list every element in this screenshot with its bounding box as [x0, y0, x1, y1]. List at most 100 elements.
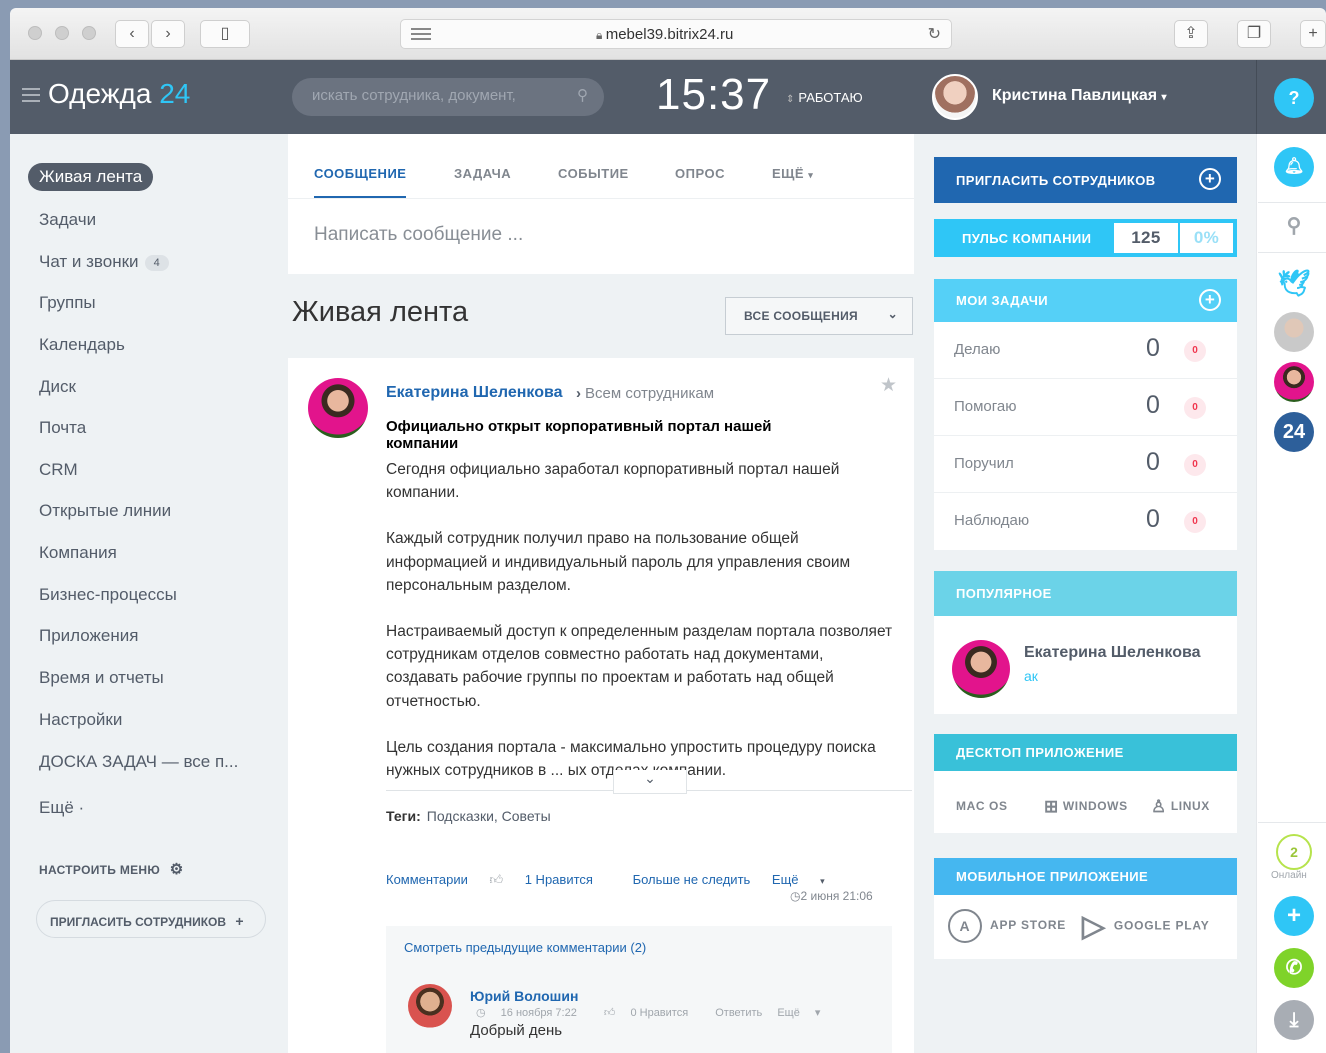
avatar[interactable]	[308, 378, 368, 438]
reader-icon[interactable]	[411, 28, 431, 43]
tabs-button[interactable]: ❐	[1237, 20, 1271, 48]
forward-button[interactable]: ›	[151, 20, 185, 48]
app-store-link[interactable]: A APP STORE	[948, 909, 1066, 943]
download-linux-link[interactable]: ♙ LINUX	[1151, 797, 1210, 817]
address-bar[interactable]: 🔒︎ mebel39.bitrix24.ru ↻	[400, 19, 952, 49]
help-icon: ?	[1288, 88, 1300, 108]
download-button[interactable]: ⤓	[1274, 1000, 1314, 1040]
window-zoom-button[interactable]	[82, 26, 96, 40]
add-task-icon[interactable]: +	[1199, 289, 1221, 311]
invite-label: ПРИГЛАСИТЬ СОТРУДНИКОВ	[50, 915, 227, 929]
avatar[interactable]	[932, 74, 978, 120]
avatar[interactable]	[952, 640, 1010, 698]
sidebar-item-company[interactable]: Компания	[28, 539, 128, 567]
company-pulse-widget[interactable]: ПУЛЬС КОМПАНИИ 125 0%	[934, 219, 1237, 257]
rail-search-button[interactable]: ⚲	[1274, 206, 1314, 246]
tab-poll[interactable]: ОПРОС	[675, 166, 725, 181]
star-icon[interactable]: ★	[880, 374, 897, 397]
online-counter[interactable]: 2	[1276, 834, 1312, 870]
download-macos-link[interactable]: MAC OS	[952, 797, 1008, 817]
sidebar-item-time-reports[interactable]: Время и отчеты	[28, 664, 175, 692]
sidebar-item-label: Группы	[39, 293, 96, 312]
tab-message[interactable]: СООБЩЕНИЕ	[314, 166, 406, 181]
avatar[interactable]	[1274, 312, 1314, 352]
reload-icon[interactable]: ↻	[928, 24, 941, 44]
sidebar-item-business-processes[interactable]: Бизнес-процессы	[28, 581, 188, 609]
clock[interactable]: 15:37	[656, 70, 771, 120]
notifications-button[interactable]: 🔔︎	[1274, 147, 1314, 187]
portal-logo[interactable]: Одежда 24	[48, 78, 190, 110]
configure-menu-button[interactable]: НАСТРОИТЬ МЕНЮ ⚙	[39, 860, 183, 878]
window-minimize-button[interactable]	[55, 26, 69, 40]
task-label: Делаю	[954, 341, 1001, 358]
plus-icon: +	[1308, 25, 1318, 42]
post-author[interactable]: Екатерина Шеленкова	[386, 384, 563, 402]
download-windows-link[interactable]: ⊞ WINDOWS	[1044, 797, 1128, 817]
sidebar-item-tasks[interactable]: Задачи	[28, 206, 107, 234]
chevron-right-icon: ›	[165, 25, 171, 42]
chevron-down-icon: ▾	[820, 876, 825, 886]
sidebar-invite-button[interactable]: ПРИГЛАСИТЬ СОТРУДНИКОВ +	[36, 900, 266, 938]
feed-filter-dropdown[interactable]: ВСЕ СООБЩЕНИЯ ⌄	[725, 297, 913, 335]
comment-more-menu[interactable]: Ещё ▾	[777, 1007, 832, 1019]
tab-event[interactable]: СОБЫТИЕ	[558, 166, 629, 181]
sidebar-item-groups[interactable]: Группы	[28, 289, 107, 317]
window-close-button[interactable]	[28, 26, 42, 40]
sidebar-item-open-lines[interactable]: Открытые линии	[28, 497, 182, 525]
sidebar-item-more[interactable]: Ещё ·	[28, 794, 95, 822]
expand-post-button[interactable]: ⌄	[613, 770, 687, 794]
avatar[interactable]	[408, 984, 452, 1028]
unfollow-link[interactable]: Больше не следить	[633, 872, 751, 887]
sidebar-item-settings[interactable]: Настройки	[28, 706, 133, 734]
work-status[interactable]: ⇕ РАБОТАЮ	[786, 90, 863, 105]
popular-user-subtitle[interactable]: ак	[1024, 668, 1038, 684]
my-tasks-header[interactable]: МОИ ЗАДАЧИ +	[934, 279, 1237, 322]
sidebar-item-crm[interactable]: CRM	[28, 456, 89, 484]
menu-icon[interactable]	[22, 88, 40, 106]
tab-more[interactable]: ЕЩЁ ▾	[772, 166, 813, 181]
like-button[interactable]: 👍︎ 1 Нравится	[490, 872, 611, 887]
avatar[interactable]	[1274, 362, 1314, 402]
sidebar-item-live-feed[interactable]: Живая лента	[28, 163, 154, 191]
sidebar-item-calendar[interactable]: Календарь	[28, 331, 136, 359]
tab-more-label: ЕЩЁ	[772, 166, 805, 181]
comment-like-button[interactable]: 👍︎ 0 Нравится	[604, 1007, 700, 1019]
add-button[interactable]: +	[1274, 896, 1314, 936]
user-menu[interactable]: Кристина Павлицкая ▾	[992, 87, 1167, 105]
comment-author[interactable]: Юрий Волошин	[470, 988, 578, 1004]
task-row-assigned[interactable]: Поручил 0 0	[934, 436, 1237, 493]
sidebar-item-chat[interactable]: Чат и звонки 4	[28, 248, 180, 276]
sidebar-item-mail[interactable]: Почта	[28, 414, 97, 442]
sidebar-item-applications[interactable]: Приложения	[28, 622, 149, 650]
sidebar-item-label: Почта	[39, 418, 87, 437]
post-destination[interactable]: › Всем сотрудникам	[576, 385, 714, 402]
task-row-doing[interactable]: Делаю 0 0	[934, 322, 1237, 379]
task-row-watching[interactable]: Наблюдаю 0 0	[934, 493, 1237, 550]
mobile-app-header: МОБИЛЬНОЕ ПРИЛОЖЕНИЕ	[934, 858, 1237, 895]
google-play-link[interactable]: ▷ GOOGLE PLAY	[1082, 909, 1210, 944]
help-button[interactable]: ?	[1274, 78, 1314, 118]
bitrix24-network-button[interactable]: 24	[1274, 412, 1314, 452]
new-tab-button[interactable]: +	[1300, 20, 1326, 48]
share-button[interactable]: ⇪	[1174, 20, 1208, 48]
tab-task[interactable]: ЗАДАЧА	[454, 166, 511, 181]
back-button[interactable]: ‹	[115, 20, 149, 48]
tags-list[interactable]: Подсказки, Советы	[427, 808, 551, 824]
call-button[interactable]: ✆	[1274, 948, 1314, 988]
bird-icon[interactable]: 🕊︎	[1274, 263, 1314, 303]
popular-user-name[interactable]: Екатерина Шеленкова	[1024, 644, 1201, 662]
sidebar-item-disk[interactable]: Диск	[28, 373, 87, 401]
message-input[interactable]: Написать сообщение ...	[314, 224, 523, 246]
plus-icon: +	[235, 913, 244, 929]
post-paragraph: Каждый сотрудник получил право на пользо…	[386, 530, 851, 594]
task-row-helping[interactable]: Помогаю 0 0	[934, 379, 1237, 436]
sidebar-item-task-board[interactable]: ДОСКА ЗАДАЧ — все п...	[28, 748, 249, 776]
chevron-down-icon: ⌄	[644, 770, 656, 786]
search-input[interactable]: искать сотрудника, документ, ⚲	[292, 78, 604, 116]
reply-button[interactable]: Ответить	[715, 1007, 762, 1019]
comments-link[interactable]: Комментарии	[386, 872, 468, 887]
post-more-menu[interactable]: Ещё ▾	[772, 872, 843, 887]
sidebar-toggle-button[interactable]: ▯	[200, 20, 250, 48]
invite-employees-button[interactable]: ПРИГЛАСИТЬ СОТРУДНИКОВ +	[934, 157, 1237, 203]
previous-comments-link[interactable]: Смотреть предыдущие комментарии (2)	[404, 940, 646, 955]
